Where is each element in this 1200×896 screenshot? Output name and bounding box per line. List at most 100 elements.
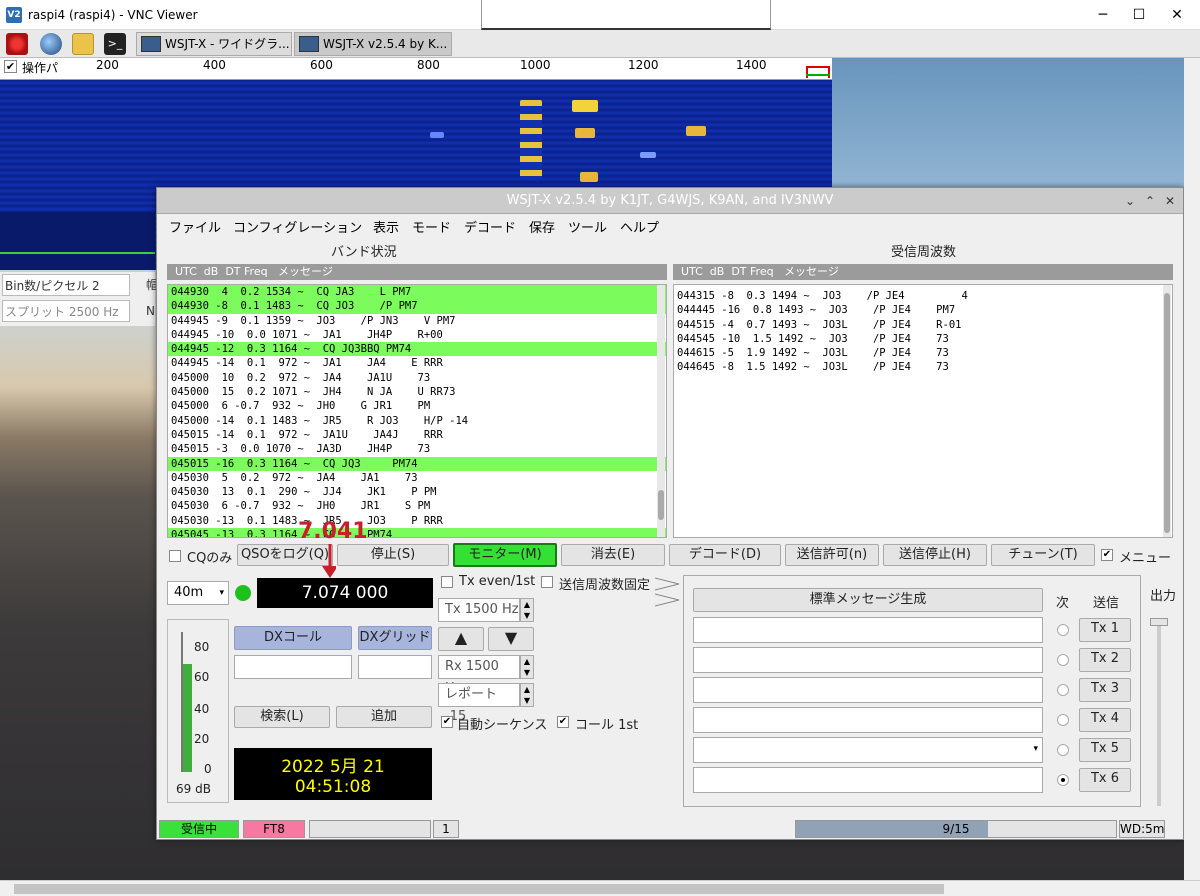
- tx-to-rx-up-button[interactable]: ▲: [438, 627, 484, 651]
- rx-spinner-arrows[interactable]: ▲ ▼: [520, 655, 534, 679]
- decode-line[interactable]: 045045 -13 0.3 1164 ~ CQ PM74: [168, 528, 666, 537]
- file-manager-folder-icon[interactable]: [72, 33, 94, 55]
- power-slider-handle[interactable]: [1150, 618, 1168, 626]
- tx3-next-radio[interactable]: [1057, 684, 1069, 696]
- menu-decode[interactable]: デコード: [464, 217, 516, 236]
- decode-line[interactable]: 045015 -14 0.1 972 ~ JA1U JA4J RRR: [168, 428, 666, 442]
- tx3-message-field[interactable]: [693, 677, 1043, 703]
- close-button[interactable]: ✕: [1162, 4, 1192, 26]
- browser-globe-icon[interactable]: [40, 33, 62, 55]
- vnc-horizontal-scrollbar[interactable]: [0, 880, 1200, 896]
- decode-line[interactable]: 045000 15 0.2 1071 ~ JH4 N JA U RR73: [168, 385, 666, 399]
- dx-call-input[interactable]: [234, 655, 352, 679]
- tx6-message-field[interactable]: [693, 767, 1043, 793]
- menu-file[interactable]: ファイル: [169, 217, 221, 236]
- decode-line[interactable]: 045000 -14 0.1 1483 ~ JR5 R JO3 H/P -14: [168, 414, 666, 428]
- enable-tx-button[interactable]: 送信許可(n): [785, 544, 879, 566]
- decode-line[interactable]: 044945 -10 0.0 1071 ~ JA1 JH4P R+00: [168, 328, 666, 342]
- tx2-next-radio[interactable]: [1057, 654, 1069, 666]
- menu-configuration[interactable]: コンフィグレーション: [233, 217, 362, 236]
- rx-decode-line[interactable]: 044515 -4 0.7 1493 ~ JO3L /P JE4 R-01: [674, 318, 1172, 332]
- decode-line[interactable]: 045030 6 -0.7 932 ~ JH0 JR1 S PM: [168, 499, 666, 513]
- raspberry-menu-icon[interactable]: [6, 33, 28, 55]
- decode-line[interactable]: 044945 -9 0.1 1359 ~ JO3 /P JN3 V PM7: [168, 314, 666, 328]
- decode-line[interactable]: 045030 -13 0.1 1483 ~ JR5 JO3 P RRR: [168, 514, 666, 528]
- monitor-button[interactable]: モニター(M): [453, 543, 557, 567]
- task-wsjt-main[interactable]: WSJT-X v2.5.4 by K...: [294, 32, 452, 56]
- tx3-button[interactable]: Tx 3: [1079, 678, 1131, 702]
- band-select[interactable]: 40m ▾: [167, 581, 229, 605]
- decode-button[interactable]: デコード(D): [669, 544, 781, 566]
- tx2-message-field[interactable]: [693, 647, 1043, 673]
- menu-save[interactable]: 保存: [529, 217, 555, 236]
- task-waterfall[interactable]: WSJT-X - ワイドグラ...: [136, 32, 292, 56]
- window-min-icon[interactable]: ⌄: [1125, 188, 1135, 214]
- menu-mode[interactable]: モード: [412, 217, 451, 236]
- decode-line[interactable]: 045000 6 -0.7 932 ~ JH0 G JR1 PM: [168, 399, 666, 413]
- bins-control[interactable]: Bin数/ピクセル 2: [2, 274, 130, 296]
- decode-line[interactable]: 044945 -14 0.1 972 ~ JA1 JA4 E RRR: [168, 356, 666, 370]
- tune-button[interactable]: チューン(T): [991, 544, 1095, 566]
- tx-even-checkbox[interactable]: [441, 576, 453, 588]
- generate-std-messages-button[interactable]: 標準メッセージ生成: [693, 588, 1043, 612]
- decode-line[interactable]: 044945 -12 0.3 1164 ~ CQ JQ3BBQ PM74: [168, 342, 666, 357]
- split-control[interactable]: スプリット 2500 Hz: [2, 300, 130, 322]
- tx1-message-field[interactable]: [693, 617, 1043, 643]
- auto-seq-checkbox[interactable]: ✔: [441, 716, 453, 728]
- rx-frequency-list[interactable]: 044315 -8 0.3 1494 ~ JO3 /P JE4 4 044445 …: [673, 284, 1173, 538]
- scroll-thumb[interactable]: [14, 884, 944, 894]
- cq-only-checkbox[interactable]: [169, 550, 181, 562]
- rx-decode-line[interactable]: 044315 -8 0.3 1494 ~ JO3 /P JE4 4: [674, 289, 1172, 303]
- tx5-next-radio[interactable]: [1057, 744, 1069, 756]
- menu-tools[interactable]: ツール: [568, 217, 607, 236]
- tx4-next-radio[interactable]: [1057, 714, 1069, 726]
- vnc-vertical-scrollbar[interactable]: [1184, 58, 1200, 880]
- tx1-button[interactable]: Tx 1: [1079, 618, 1131, 642]
- decode-line[interactable]: 044930 -8 0.1 1483 ~ CQ JO3 /P PM7: [168, 299, 666, 314]
- tx1-next-radio[interactable]: [1057, 624, 1069, 636]
- menu-help[interactable]: ヘルプ: [620, 217, 659, 236]
- toolbar-checkbox[interactable]: ✔: [4, 60, 17, 73]
- maximize-button[interactable]: ☐: [1124, 4, 1154, 26]
- rx-to-tx-down-button[interactable]: ▼: [488, 627, 534, 651]
- decode-line[interactable]: 045015 -16 0.3 1164 ~ CQ JQ3 PM74: [168, 456, 666, 471]
- minimize-button[interactable]: ─: [1088, 4, 1118, 26]
- halt-tx-button[interactable]: 送信停止(H): [883, 544, 987, 566]
- tab-switcher[interactable]: [653, 574, 683, 610]
- lookup-button[interactable]: 検索(L): [234, 706, 330, 728]
- power-slider-track[interactable]: [1157, 620, 1161, 806]
- menu-view[interactable]: 表示: [373, 217, 399, 236]
- call-first-checkbox[interactable]: ✔: [557, 716, 569, 728]
- tx-spinner-arrows[interactable]: ▲ ▼: [520, 598, 534, 622]
- decode-line[interactable]: 044930 4 0.2 1534 ~ CQ JA3 L PM7: [168, 285, 666, 300]
- window-close-icon[interactable]: ✕: [1165, 188, 1175, 214]
- tx5-message-select[interactable]: ▾: [693, 737, 1043, 763]
- dx-grid-input[interactable]: [358, 655, 432, 679]
- decode-line[interactable]: 045000 10 0.2 972 ~ JA4 JA1U 73: [168, 371, 666, 385]
- hold-tx-freq-checkbox[interactable]: [541, 576, 553, 588]
- decode-line[interactable]: 045015 -3 0.0 1070 ~ JA3D JH4P 73: [168, 442, 666, 456]
- decode-line[interactable]: 045030 5 0.2 972 ~ JA4 JA1 73: [168, 471, 666, 485]
- rx-decode-line[interactable]: 044615 -5 1.9 1492 ~ JO3L /P JE4 73: [674, 346, 1172, 360]
- band-list-scrollbar[interactable]: [657, 285, 665, 537]
- rx-decode-line[interactable]: 044445 -16 0.8 1493 ~ JO3 /P JE4 PM7: [674, 303, 1172, 317]
- rx-decode-line[interactable]: 044645 -8 1.5 1492 ~ JO3L /P JE4 73: [674, 360, 1172, 374]
- window-max-icon[interactable]: ⌃: [1145, 188, 1155, 214]
- rx-frequency-spinner[interactable]: Rx 1500 Hz: [438, 655, 520, 696]
- rx-list-scrollbar[interactable]: [1163, 285, 1171, 537]
- tx4-button[interactable]: Tx 4: [1079, 708, 1131, 732]
- scroll-thumb[interactable]: [1164, 293, 1170, 533]
- tx2-button[interactable]: Tx 2: [1079, 648, 1131, 672]
- tx6-next-radio[interactable]: [1057, 774, 1069, 786]
- stop-button[interactable]: 停止(S): [337, 544, 449, 566]
- decode-line[interactable]: 045030 13 0.1 290 ~ JJ4 JK1 P PM: [168, 485, 666, 499]
- rx-decode-line[interactable]: 044545 -10 1.5 1492 ~ JO3 /P JE4 73: [674, 332, 1172, 346]
- erase-button[interactable]: 消去(E): [561, 544, 665, 566]
- add-button[interactable]: 追加: [336, 706, 432, 728]
- terminal-icon[interactable]: >_: [104, 33, 126, 55]
- scroll-thumb[interactable]: [658, 490, 664, 520]
- report-spinner[interactable]: レポート -15: [438, 683, 520, 724]
- menus-checkbox[interactable]: ✔: [1101, 549, 1113, 561]
- tx4-message-field[interactable]: [693, 707, 1043, 733]
- report-spinner-arrows[interactable]: ▲ ▼: [520, 683, 534, 707]
